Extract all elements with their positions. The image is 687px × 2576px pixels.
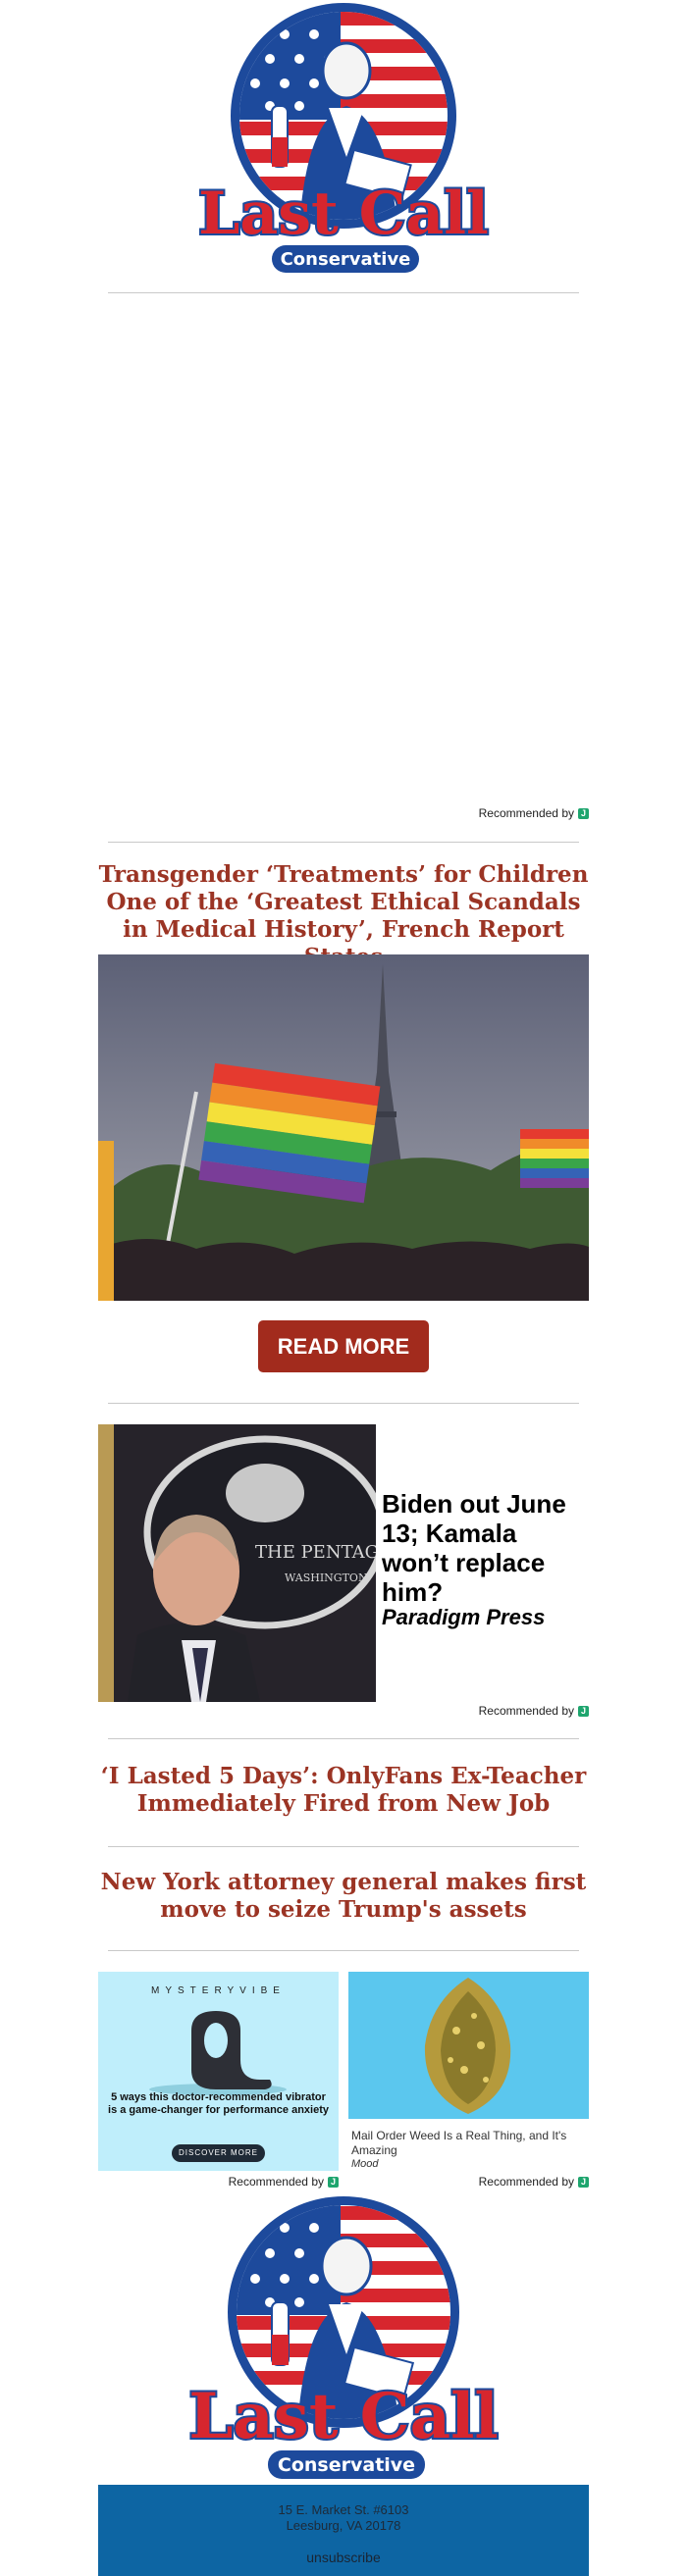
ad-pentagon-title[interactable]: Biden out June 13; Kamala won’t replace … bbox=[382, 1489, 588, 1607]
pride-flag-image bbox=[98, 954, 589, 1301]
ad-image-pentagon[interactable]: THE PENTAGON WASHINGTON bbox=[98, 1424, 376, 1702]
ad-right-source: Mood bbox=[351, 2158, 379, 2170]
recommendation-logo-icon: J bbox=[578, 2176, 589, 2188]
pentagon-photo: THE PENTAGON WASHINGTON bbox=[98, 1424, 376, 1702]
article-headline-3[interactable]: New York attorney general makes first mo… bbox=[98, 1869, 589, 1924]
divider bbox=[108, 1403, 579, 1404]
recommended-by-label[interactable]: Recommended by J bbox=[479, 806, 589, 820]
logo-brand-bottom: Conservative bbox=[281, 249, 411, 270]
vibrator-product-icon bbox=[149, 2011, 287, 2095]
footer: 15 E. Market St. #6103 Leesburg, VA 2017… bbox=[98, 2485, 589, 2576]
read-more-button[interactable]: READ MORE bbox=[258, 1320, 429, 1372]
recommendation-logo-icon: J bbox=[578, 1705, 589, 1717]
divider bbox=[108, 1950, 579, 1951]
ad-placeholder bbox=[98, 304, 589, 795]
logo-brand-top: Last Call bbox=[198, 180, 489, 248]
recommendation-logo-icon: J bbox=[328, 2176, 339, 2188]
cannabis-bud-image bbox=[348, 1972, 589, 2119]
ad-left-brand: MYSTERYVIBE bbox=[151, 1985, 286, 1996]
logo-bottom[interactable]: Last Call Conservative bbox=[182, 2192, 505, 2485]
logo-emblem: Last Call Conservative bbox=[186, 2196, 501, 2479]
ad-right-weed[interactable]: Mail Order Weed Is a Real Thing, and It'… bbox=[348, 1972, 589, 2170]
recommended-text: Recommended by bbox=[228, 2175, 324, 2189]
pentagon-sign-line1: THE PENTAGON bbox=[255, 1542, 376, 1563]
divider bbox=[108, 1846, 579, 1847]
ad-left-text: 5 ways this doctor-recommended vibrator … bbox=[108, 2091, 329, 2116]
logo-brand-top: Last Call bbox=[188, 2380, 498, 2453]
recommended-text: Recommended by bbox=[478, 806, 574, 820]
divider bbox=[108, 292, 579, 293]
divider bbox=[108, 1738, 579, 1739]
footer-address-line2: Leesburg, VA 20178 bbox=[286, 2518, 401, 2533]
pentagon-sign-line2: WASHINGTON bbox=[285, 1571, 368, 1584]
logo-top[interactable]: Last Call Conservative bbox=[191, 0, 496, 280]
ad-left-mysteryvibe[interactable]: MYSTERYVIBE 5 ways this doctor-recommend… bbox=[98, 1972, 339, 2171]
recommended-by-label[interactable]: Recommended by J bbox=[479, 2175, 589, 2189]
recommended-text: Recommended by bbox=[478, 2175, 574, 2189]
ad-pentagon-source: Paradigm Press bbox=[382, 1605, 546, 1629]
recommendation-logo-icon: J bbox=[578, 807, 589, 819]
logo-brand-bottom: Conservative bbox=[278, 2454, 415, 2476]
recommended-by-label[interactable]: Recommended by J bbox=[229, 2175, 339, 2189]
divider bbox=[108, 842, 579, 843]
recommended-text: Recommended by bbox=[478, 1704, 574, 1718]
ad-right-title[interactable]: Mail Order Weed Is a Real Thing, and It'… bbox=[351, 2129, 587, 2158]
article-image-pride-eiffel[interactable] bbox=[98, 954, 589, 1301]
ad-left-button[interactable]: DISCOVER MORE bbox=[172, 2144, 265, 2162]
logo-emblem: Last Call Conservative bbox=[196, 3, 491, 273]
unsubscribe-link[interactable]: unsubscribe bbox=[98, 2550, 589, 2565]
article-headline-2[interactable]: ‘I Lasted 5 Days’: OnlyFans Ex-Teacher I… bbox=[98, 1763, 589, 1818]
recommended-by-label[interactable]: Recommended by J bbox=[479, 1704, 589, 1718]
email-page: Last Call Conservative Recommended by J … bbox=[0, 0, 687, 2576]
footer-address-line1: 15 E. Market St. #6103 bbox=[278, 2502, 409, 2517]
